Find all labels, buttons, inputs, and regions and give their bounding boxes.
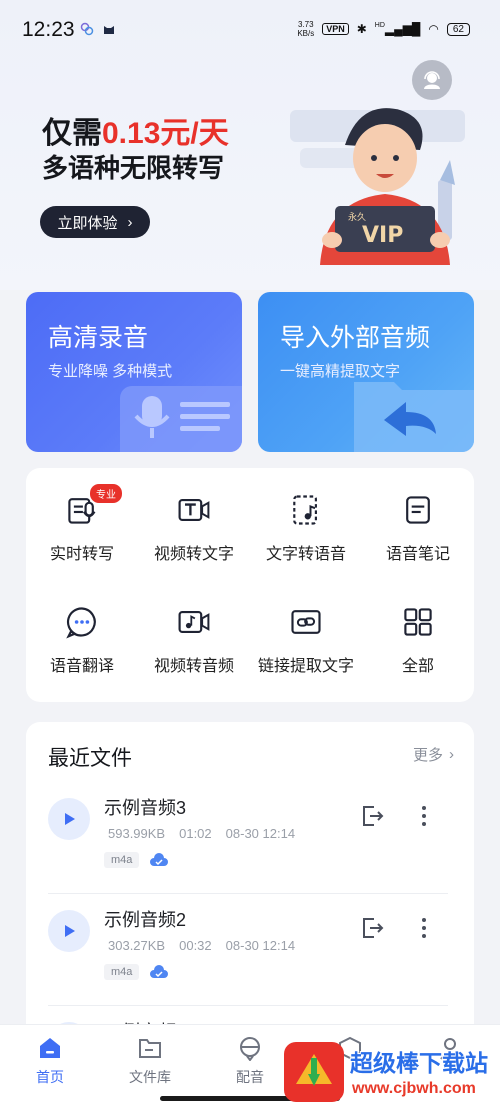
- promo-price-line: 仅需0.13元/天: [42, 117, 229, 150]
- import-audio-card[interactable]: 导入外部音频 一键高精提取文字: [258, 292, 474, 452]
- video-text-icon: [178, 499, 210, 521]
- play-button[interactable]: [48, 910, 90, 952]
- tab-home[interactable]: 首页: [0, 1035, 100, 1087]
- signal-icon: HD▂▄▆█: [374, 22, 421, 36]
- import-audio-title: 导入外部音频: [280, 324, 431, 352]
- status-right: 3.73 KB/s VPN ✱ HD▂▄▆█ ◠ 62: [297, 20, 470, 38]
- recent-files-panel: 最近文件 更多 › 示例音频3 593.99KB 01:02 08-30 12:…: [26, 722, 474, 1064]
- cat-notification-icon: [104, 26, 114, 34]
- pro-badge: 专业: [90, 484, 122, 503]
- app-notification-icon: [80, 22, 94, 36]
- tool-voice-notes[interactable]: 语音笔记: [362, 468, 474, 564]
- vpn-icon: VPN: [322, 23, 349, 35]
- net-speed: 3.73 KB/s: [297, 20, 315, 38]
- promo-price: 0.13元/天: [102, 117, 229, 150]
- folder-import-icon: [354, 382, 474, 452]
- file-meta: 593.99KB 01:02 08-30 12:14: [108, 826, 295, 841]
- cloud-synced-icon: [150, 853, 168, 866]
- chevron-right-icon: ›: [127, 213, 133, 231]
- file-row[interactable]: 示例音频3 593.99KB 01:02 08-30 12:14 m4a: [26, 782, 474, 894]
- file-name: 示例音频3: [104, 798, 187, 818]
- file-row[interactable]: 示例音频2 303.27KB 00:32 08-30 12:14 m4a: [26, 894, 474, 1006]
- promo-subtitle: 多语种无限转写: [42, 153, 225, 183]
- note-icon: [406, 496, 430, 524]
- folder-icon: [139, 1039, 161, 1058]
- play-icon: [65, 925, 75, 937]
- file-format-tag: m4a: [104, 852, 140, 868]
- more-link[interactable]: 更多 ›: [413, 744, 454, 765]
- grid-icon: [404, 608, 432, 636]
- status-time: 12:23: [22, 18, 75, 41]
- file-duration: 00:32: [179, 938, 212, 953]
- text-to-speech-icon: [293, 495, 317, 525]
- file-name: 示例音频2: [104, 910, 187, 930]
- tool-video-to-audio[interactable]: 视频转音频: [138, 580, 250, 676]
- tool-link-extract[interactable]: 链接提取文字: [250, 580, 362, 676]
- play-icon: [65, 813, 75, 825]
- tool-realtime-transcribe[interactable]: 专业 实时转写: [26, 468, 138, 564]
- watermark-title: 超级棒下载站: [350, 1050, 488, 1076]
- file-size: 303.27KB: [108, 938, 166, 953]
- vip-text: VIP: [362, 223, 403, 248]
- microphone-icon: [120, 386, 242, 452]
- vip-small-text: 永久: [348, 211, 366, 223]
- file-size: 593.99KB: [108, 826, 166, 841]
- status-bar: 12:23 3.73 KB/s VPN ✱ HD▂▄▆█ ◠ 62: [0, 0, 500, 60]
- file-format-tag: m4a: [104, 964, 140, 980]
- hd-recording-card[interactable]: 高清录音 专业降噪 多种模式: [26, 292, 242, 452]
- site-watermark: 超级棒下载站 www.cjbwh.com: [278, 1040, 500, 1112]
- video-audio-icon: [178, 611, 210, 633]
- tool-video-to-text[interactable]: 视频转文字: [138, 468, 250, 564]
- chevron-right-icon: ›: [449, 746, 454, 763]
- try-now-button[interactable]: 立即体验 ›: [40, 206, 150, 238]
- watermark-logo-icon: [284, 1042, 344, 1102]
- file-date: 08-30 12:14: [225, 826, 296, 841]
- export-icon[interactable]: [360, 804, 386, 828]
- headset-icon: [424, 71, 440, 89]
- chat-bubble-icon: [66, 607, 96, 639]
- export-icon[interactable]: [360, 916, 386, 940]
- dubbing-icon: [240, 1037, 260, 1061]
- tool-all[interactable]: 全部: [362, 580, 474, 676]
- home-icon: [40, 1038, 60, 1058]
- play-button[interactable]: [48, 798, 90, 840]
- battery-icon: 62: [446, 22, 470, 36]
- bluetooth-icon: ✱: [356, 22, 367, 36]
- more-options-icon[interactable]: [420, 916, 428, 940]
- file-meta: 303.27KB 00:32 08-30 12:14: [108, 938, 295, 953]
- file-date: 08-30 12:14: [225, 938, 296, 953]
- watermark-url: www.cjbwh.com: [352, 1080, 476, 1097]
- link-icon: [291, 610, 321, 634]
- tools-panel: 专业 实时转写 视频转文字 文字转语音 语音笔记 语音翻译 视频转音频 链接提取…: [26, 468, 474, 702]
- tool-text-to-speech[interactable]: 文字转语音: [250, 468, 362, 564]
- file-duration: 01:02: [179, 826, 212, 841]
- tool-voice-translate[interactable]: 语音翻译: [26, 580, 138, 676]
- more-options-icon[interactable]: [420, 804, 428, 828]
- wifi-icon: ◠: [428, 22, 439, 36]
- recent-files-title: 最近文件: [48, 747, 132, 770]
- hd-recording-title: 高清录音: [48, 324, 149, 352]
- vip-person-illustration: 永久 VIP: [290, 108, 465, 265]
- cloud-synced-icon: [150, 965, 168, 978]
- tab-file-library[interactable]: 文件库: [100, 1035, 200, 1087]
